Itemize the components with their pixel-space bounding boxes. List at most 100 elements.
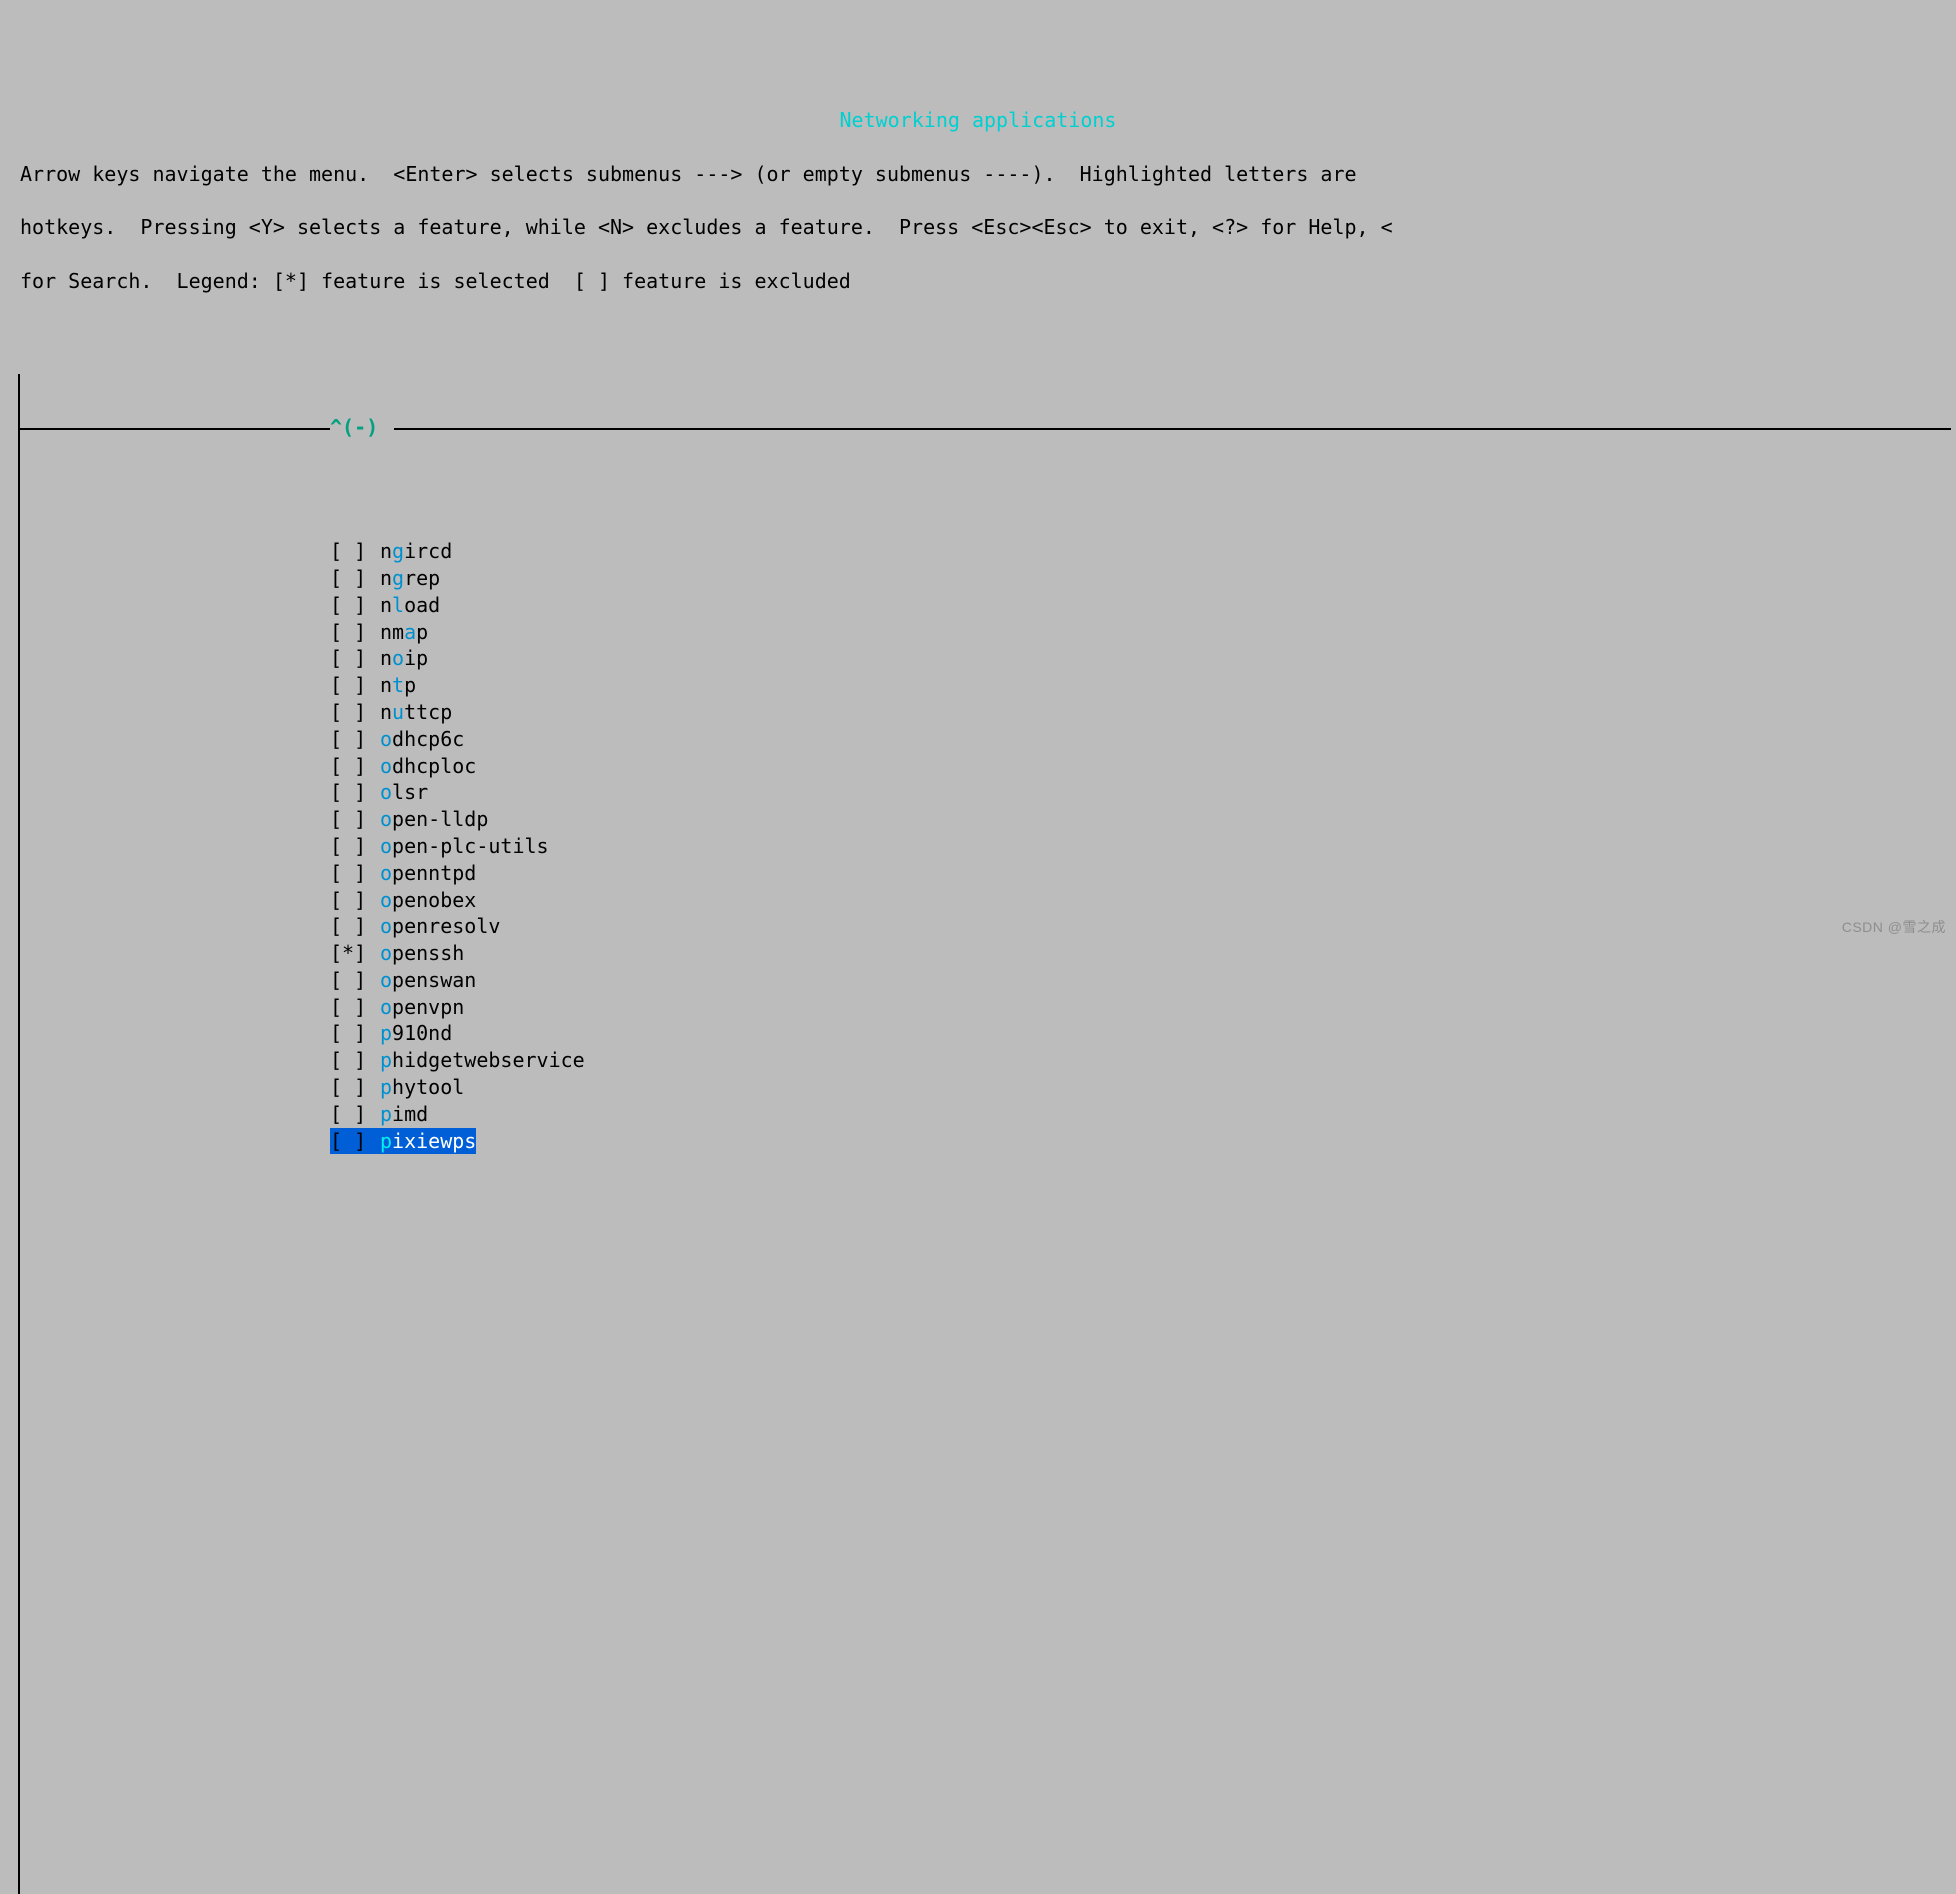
checkbox[interactable]: [ ] — [330, 967, 380, 994]
checkbox[interactable]: [ ] — [330, 672, 380, 699]
menu-title: Networking applications — [0, 107, 1956, 134]
menu-item[interactable]: [ ] ngrep — [0, 565, 1956, 592]
menu-item[interactable]: [*] openssh — [0, 940, 1956, 967]
menu-item[interactable]: [ ] open-plc-utils — [0, 833, 1956, 860]
hotkey-letter: t — [392, 673, 404, 697]
hotkey-letter: a — [404, 620, 416, 644]
label-post: ircd — [404, 539, 452, 563]
checkbox[interactable]: [ ] — [330, 1074, 380, 1101]
checkbox[interactable]: [ ] — [330, 565, 380, 592]
hotkey-letter: p — [380, 1075, 392, 1099]
item-label: openvpn — [380, 994, 464, 1021]
checkbox[interactable]: [ ] — [330, 779, 380, 806]
hotkey-letter: o — [380, 861, 392, 885]
item-label: nload — [380, 592, 440, 619]
item-label: phidgetwebservice — [380, 1047, 585, 1074]
item-label: openresolv — [380, 913, 500, 940]
checkbox[interactable]: [ ] — [330, 1128, 380, 1155]
label-post: p — [404, 673, 416, 697]
label-post: dhcp6c — [392, 727, 464, 751]
label-post: imd — [392, 1102, 428, 1126]
hotkey-letter: o — [380, 807, 392, 831]
checkbox[interactable]: [ ] — [330, 592, 380, 619]
menu-item[interactable]: [ ] odhcploc — [0, 753, 1956, 780]
menu-item[interactable]: [ ] phidgetwebservice — [0, 1047, 1956, 1074]
label-post: oad — [404, 593, 440, 617]
scroll-up-indicator: ^(-) — [330, 414, 378, 441]
checkbox[interactable]: [ ] — [330, 538, 380, 565]
label-post: lsr — [392, 780, 428, 804]
menu-item[interactable]: [ ] openswan — [0, 967, 1956, 994]
item-label: openobex — [380, 887, 476, 914]
label-post: penobex — [392, 888, 476, 912]
menu-item[interactable]: [ ] phytool — [0, 1074, 1956, 1101]
menu-item[interactable]: [ ] ngircd — [0, 538, 1956, 565]
checkbox[interactable]: [ ] — [330, 860, 380, 887]
item-label: ngircd — [380, 538, 452, 565]
checkbox[interactable]: [ ] — [330, 806, 380, 833]
label-pre: n — [380, 700, 392, 724]
hotkey-letter: g — [392, 539, 404, 563]
label-post: penvpn — [392, 995, 464, 1019]
menu-list[interactable]: [ ] ngircd[ ] ngrep[ ] nload[ ] nmap[ ] … — [0, 538, 1956, 1154]
menu-item[interactable]: [ ] nmap — [0, 619, 1956, 646]
menu-item[interactable]: [ ] open-lldp — [0, 806, 1956, 833]
label-post: rep — [404, 566, 440, 590]
label-post: ttcp — [404, 700, 452, 724]
checkbox[interactable]: [ ] — [330, 1047, 380, 1074]
label-pre: n — [380, 566, 392, 590]
menu-item[interactable]: [ ] nload — [0, 592, 1956, 619]
label-post: penresolv — [392, 914, 500, 938]
hotkey-letter: p — [380, 1129, 392, 1153]
hotkey-letter: o — [380, 834, 392, 858]
menu-item[interactable]: [ ] openresolv — [0, 913, 1956, 940]
help-line-3: for Search. Legend: [*] feature is selec… — [0, 268, 1956, 295]
label-post: penntpd — [392, 861, 476, 885]
menu-item[interactable]: [ ] olsr — [0, 779, 1956, 806]
checkbox[interactable]: [ ] — [330, 726, 380, 753]
label-post: ip — [404, 646, 428, 670]
hotkey-letter: o — [380, 888, 392, 912]
label-pre: n — [380, 673, 392, 697]
menu-item[interactable]: [ ] openvpn — [0, 994, 1956, 1021]
menu-item[interactable]: [ ] noip — [0, 645, 1956, 672]
label-post: hytool — [392, 1075, 464, 1099]
frame-border-top-right — [394, 428, 1951, 430]
item-label: openntpd — [380, 860, 476, 887]
label-post: ixiewps — [392, 1129, 476, 1153]
menu-item[interactable]: [ ] pimd — [0, 1101, 1956, 1128]
item-label: nuttcp — [380, 699, 452, 726]
menu-item[interactable]: [ ] p910nd — [0, 1020, 1956, 1047]
item-label: p910nd — [380, 1020, 452, 1047]
menu-item[interactable]: [ ] openntpd — [0, 860, 1956, 887]
menu-item[interactable]: [ ] nuttcp — [0, 699, 1956, 726]
checkbox[interactable]: [ ] — [330, 699, 380, 726]
checkbox[interactable]: [ ] — [330, 619, 380, 646]
checkbox[interactable]: [ ] — [330, 753, 380, 780]
watermark: CSDN @雪之成 — [1842, 914, 1946, 941]
checkbox[interactable]: [ ] — [330, 1101, 380, 1128]
checkbox[interactable]: [ ] — [330, 994, 380, 1021]
menu-item[interactable]: [ ] pixiewps — [0, 1128, 1956, 1155]
menu-item[interactable]: [ ] ntp — [0, 672, 1956, 699]
hotkey-letter: g — [392, 566, 404, 590]
checkbox[interactable]: [ ] — [330, 833, 380, 860]
item-label: odhcploc — [380, 753, 476, 780]
item-label: noip — [380, 645, 428, 672]
item-label: ntp — [380, 672, 416, 699]
hotkey-letter: o — [380, 914, 392, 938]
checkbox[interactable]: [ ] — [330, 1020, 380, 1047]
item-label: pimd — [380, 1101, 428, 1128]
item-label: olsr — [380, 779, 428, 806]
checkbox[interactable]: [*] — [330, 940, 380, 967]
hotkey-letter: l — [392, 593, 404, 617]
checkbox[interactable]: [ ] — [330, 645, 380, 672]
checkbox[interactable]: [ ] — [330, 913, 380, 940]
frame-border-top-left — [18, 428, 330, 430]
hotkey-letter: o — [380, 780, 392, 804]
item-label: phytool — [380, 1074, 464, 1101]
menu-item[interactable]: [ ] openobex — [0, 887, 1956, 914]
checkbox[interactable]: [ ] — [330, 887, 380, 914]
item-label: odhcp6c — [380, 726, 464, 753]
menu-item[interactable]: [ ] odhcp6c — [0, 726, 1956, 753]
